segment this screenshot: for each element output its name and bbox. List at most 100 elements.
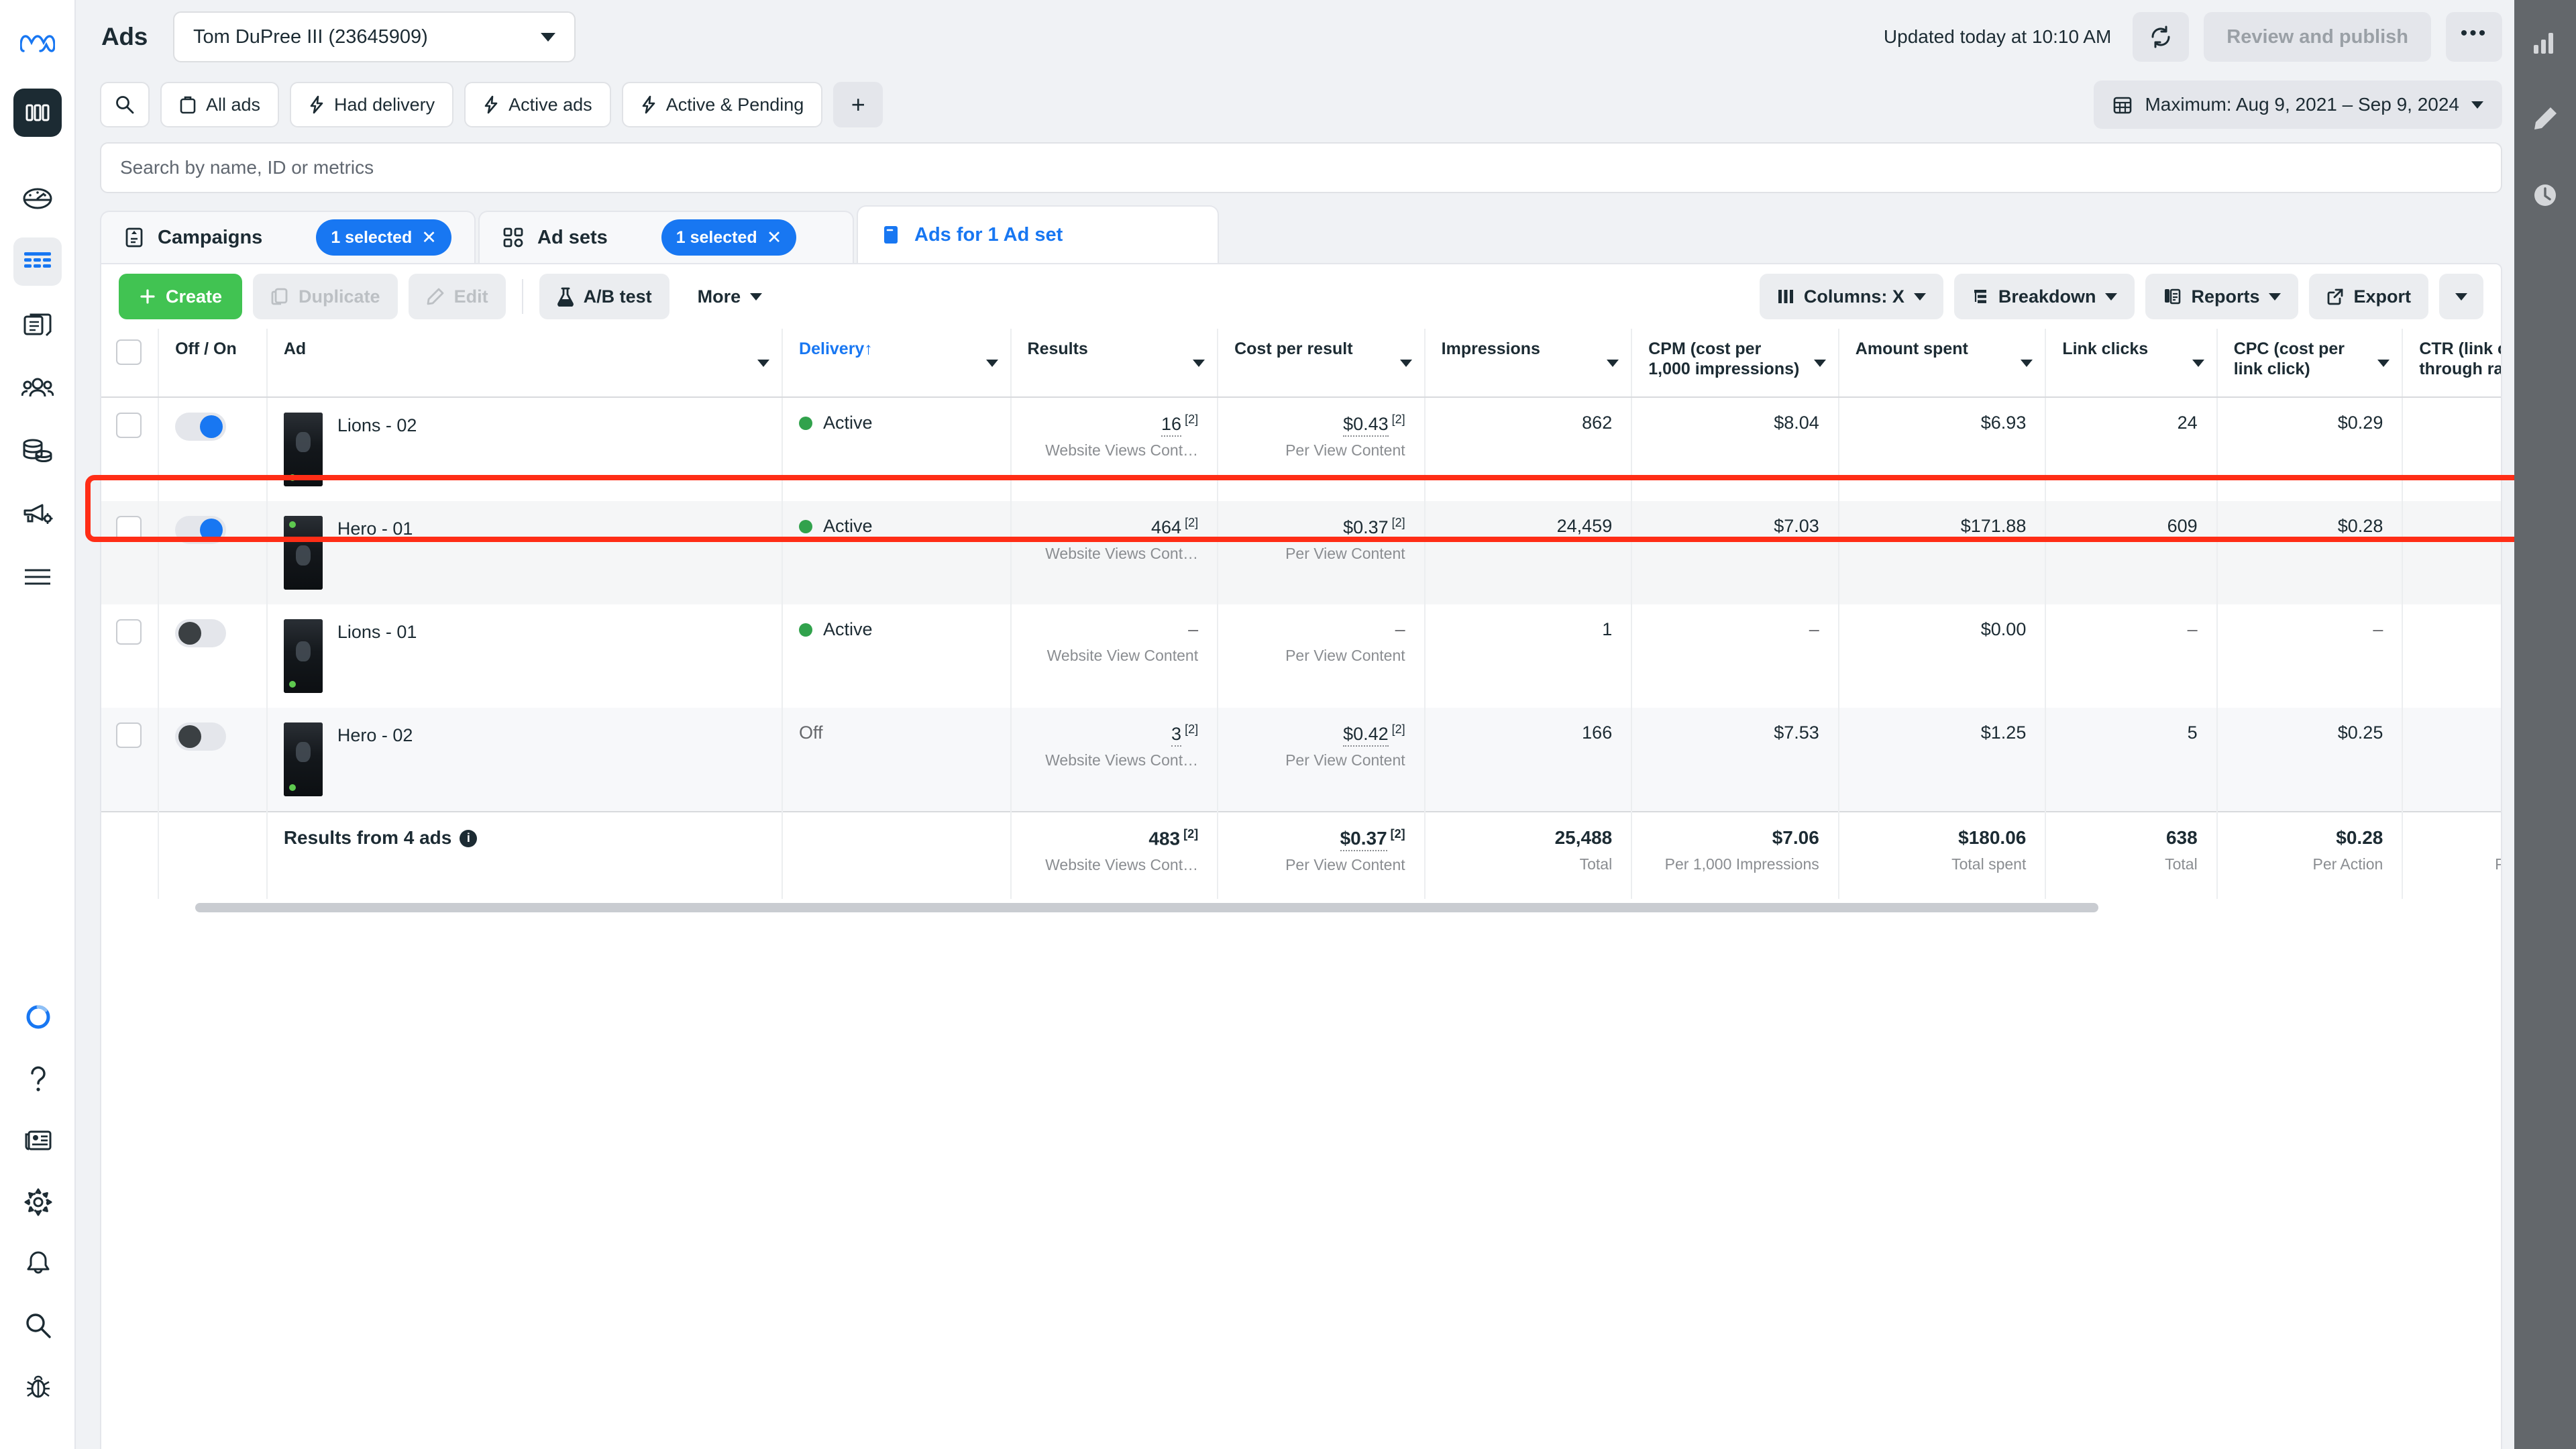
table-row[interactable]: Hero - 02 Off 3 [2] Website Views Cont… $0… bbox=[101, 708, 2501, 812]
news-icon[interactable] bbox=[14, 1116, 62, 1165]
table-row[interactable]: Lions - 01 Active – Website View Content … bbox=[101, 604, 2501, 708]
chevron-down-icon bbox=[2105, 292, 2118, 301]
breakdown-button[interactable]: Breakdown bbox=[1953, 274, 2135, 319]
chevron-down-icon[interactable] bbox=[985, 360, 998, 367]
col-link-clicks[interactable]: Link clicks bbox=[2045, 329, 2218, 398]
gear-icon[interactable] bbox=[14, 1178, 62, 1226]
sidebar-item-all-tools[interactable] bbox=[13, 553, 62, 601]
chevron-down-icon[interactable] bbox=[1607, 360, 1619, 367]
search-input[interactable]: Search by name, ID or metrics bbox=[100, 142, 2502, 193]
export-options-button[interactable] bbox=[2439, 274, 2483, 319]
summary-cpr-cell: $0.37 [2] Per View Content bbox=[1218, 811, 1426, 899]
filter-chip-had-delivery[interactable]: Had delivery bbox=[290, 82, 454, 127]
date-range-picker[interactable]: Maximum: Aug 9, 2021 – Sep 9, 2024 bbox=[2094, 80, 2502, 129]
create-button[interactable]: Create bbox=[119, 274, 243, 319]
filter-search-button[interactable] bbox=[100, 82, 150, 127]
ab-test-button[interactable]: A/B test bbox=[539, 274, 669, 319]
summary-cpc-value: $0.28 bbox=[2336, 827, 2383, 848]
off-on-toggle[interactable] bbox=[175, 413, 227, 441]
help-icon[interactable] bbox=[14, 1055, 62, 1103]
col-results[interactable]: Results bbox=[1010, 329, 1219, 398]
col-ctr[interactable]: CTR (link click-through rate) bbox=[2402, 329, 2501, 398]
pencil-icon[interactable] bbox=[2526, 99, 2565, 138]
chevron-down-icon[interactable] bbox=[1193, 360, 1205, 367]
chevron-down-icon[interactable] bbox=[1813, 360, 1826, 367]
refresh-button[interactable] bbox=[2133, 12, 2190, 62]
chevron-down-icon[interactable] bbox=[757, 360, 770, 367]
summary-clicks-sublabel: Total bbox=[2165, 855, 2198, 873]
reports-button[interactable]: Reports bbox=[2145, 274, 2299, 319]
filter-chip-active-ads[interactable]: Active ads bbox=[464, 82, 611, 127]
search-icon[interactable] bbox=[14, 1301, 62, 1350]
review-and-publish-button[interactable]: Review and publish bbox=[2204, 12, 2431, 62]
chevron-down-icon[interactable] bbox=[2021, 360, 2033, 367]
sidebar-item-library[interactable] bbox=[13, 301, 62, 349]
tab-selection-badge[interactable]: 1 selected ✕ bbox=[316, 219, 451, 256]
table-row[interactable]: Hero - 01 Active 464 [2] Website Views Con… bbox=[101, 501, 2501, 604]
info-icon[interactable]: i bbox=[460, 829, 478, 847]
results-value[interactable]: 3 bbox=[1171, 724, 1182, 747]
row-checkbox[interactable] bbox=[116, 722, 142, 748]
sidebar-item-campaigns[interactable] bbox=[13, 237, 62, 286]
chevron-down-icon[interactable] bbox=[2192, 360, 2204, 367]
tab-ads[interactable]: Ads for 1 Ad set bbox=[857, 205, 1219, 263]
col-impressions[interactable]: Impressions bbox=[1424, 329, 1633, 398]
add-filter-button[interactable]: + bbox=[833, 82, 883, 127]
row-toggle-cell bbox=[158, 397, 268, 501]
sidebar-item-ad-tools[interactable] bbox=[13, 490, 62, 538]
ad-name[interactable]: Lions - 02 bbox=[337, 413, 417, 436]
scrollbar-thumb[interactable] bbox=[195, 903, 2098, 912]
summary-clicks-value: 638 bbox=[2165, 827, 2198, 848]
close-icon[interactable]: ✕ bbox=[421, 227, 437, 248]
more-button[interactable]: More bbox=[680, 274, 780, 319]
tab-ad-sets[interactable]: Ad sets 1 selected ✕ bbox=[478, 211, 854, 263]
ad-name[interactable]: Hero - 01 bbox=[337, 516, 413, 539]
cpr-value[interactable]: $0.43 bbox=[1343, 414, 1389, 437]
col-cpc[interactable]: CPC (cost per link click) bbox=[2216, 329, 2404, 398]
more-options-button[interactable]: ••• bbox=[2446, 12, 2502, 62]
results-value[interactable]: 464 bbox=[1151, 517, 1182, 540]
filter-chip-active-and-pending[interactable]: Active & Pending bbox=[621, 82, 823, 127]
row-checkbox[interactable] bbox=[116, 516, 142, 541]
sidebar-item-performance[interactable] bbox=[13, 174, 62, 223]
bug-icon[interactable] bbox=[14, 1363, 62, 1411]
sidebar-item-audiences[interactable] bbox=[13, 364, 62, 412]
ad-name[interactable]: Lions - 01 bbox=[337, 619, 417, 643]
cpr-value[interactable]: $0.37 bbox=[1343, 517, 1389, 540]
export-button[interactable]: Export bbox=[2309, 274, 2428, 319]
col-ad[interactable]: Ad bbox=[266, 329, 784, 398]
meta-logo-icon[interactable] bbox=[13, 20, 62, 68]
cpr-value: – bbox=[1395, 619, 1405, 639]
off-on-toggle[interactable] bbox=[175, 619, 227, 647]
filter-chip-all-ads[interactable]: All ads bbox=[160, 82, 280, 127]
row-checkbox[interactable] bbox=[116, 413, 142, 438]
col-delivery[interactable]: Delivery↑ bbox=[782, 329, 1012, 398]
sidebar-item-billing[interactable] bbox=[13, 427, 62, 475]
horizontal-scrollbar[interactable] bbox=[101, 899, 2501, 919]
sidebar-item-meta-ads[interactable] bbox=[13, 89, 62, 137]
duplicate-button[interactable]: Duplicate bbox=[253, 274, 398, 319]
row-checkbox[interactable] bbox=[116, 619, 142, 645]
clock-icon[interactable] bbox=[2526, 176, 2565, 215]
bell-icon[interactable] bbox=[14, 1240, 62, 1288]
close-icon[interactable]: ✕ bbox=[767, 227, 782, 248]
ad-name[interactable]: Hero - 02 bbox=[337, 722, 413, 746]
cpr-value[interactable]: $0.42 bbox=[1343, 724, 1389, 747]
edit-button[interactable]: Edit bbox=[408, 274, 506, 319]
results-value[interactable]: 16 bbox=[1161, 414, 1182, 437]
columns-button[interactable]: Columns: X bbox=[1759, 274, 1943, 319]
col-amount-spent[interactable]: Amount spent bbox=[1838, 329, 2047, 398]
select-all-checkbox[interactable] bbox=[116, 339, 142, 365]
chevron-down-icon[interactable] bbox=[2377, 360, 2390, 367]
tab-selection-badge[interactable]: 1 selected ✕ bbox=[661, 219, 797, 256]
account-selector[interactable]: Tom DuPree III (23645909) bbox=[173, 11, 576, 62]
chevron-down-icon[interactable] bbox=[1399, 360, 1412, 367]
col-cost-per-result[interactable]: Cost per result bbox=[1218, 329, 1426, 398]
tab-campaigns[interactable]: Campaigns 1 selected ✕ bbox=[100, 211, 476, 263]
row-delivery-cell: Active bbox=[782, 604, 1012, 708]
table-row[interactable]: Lions - 02 Active 16 [2] Website Views Con… bbox=[101, 397, 2501, 501]
off-on-toggle[interactable] bbox=[175, 516, 227, 544]
bar-chart-icon[interactable] bbox=[2526, 23, 2565, 62]
off-on-toggle[interactable] bbox=[175, 722, 227, 751]
col-cpm[interactable]: CPM (cost per 1,000 impressions) bbox=[1631, 329, 1839, 398]
